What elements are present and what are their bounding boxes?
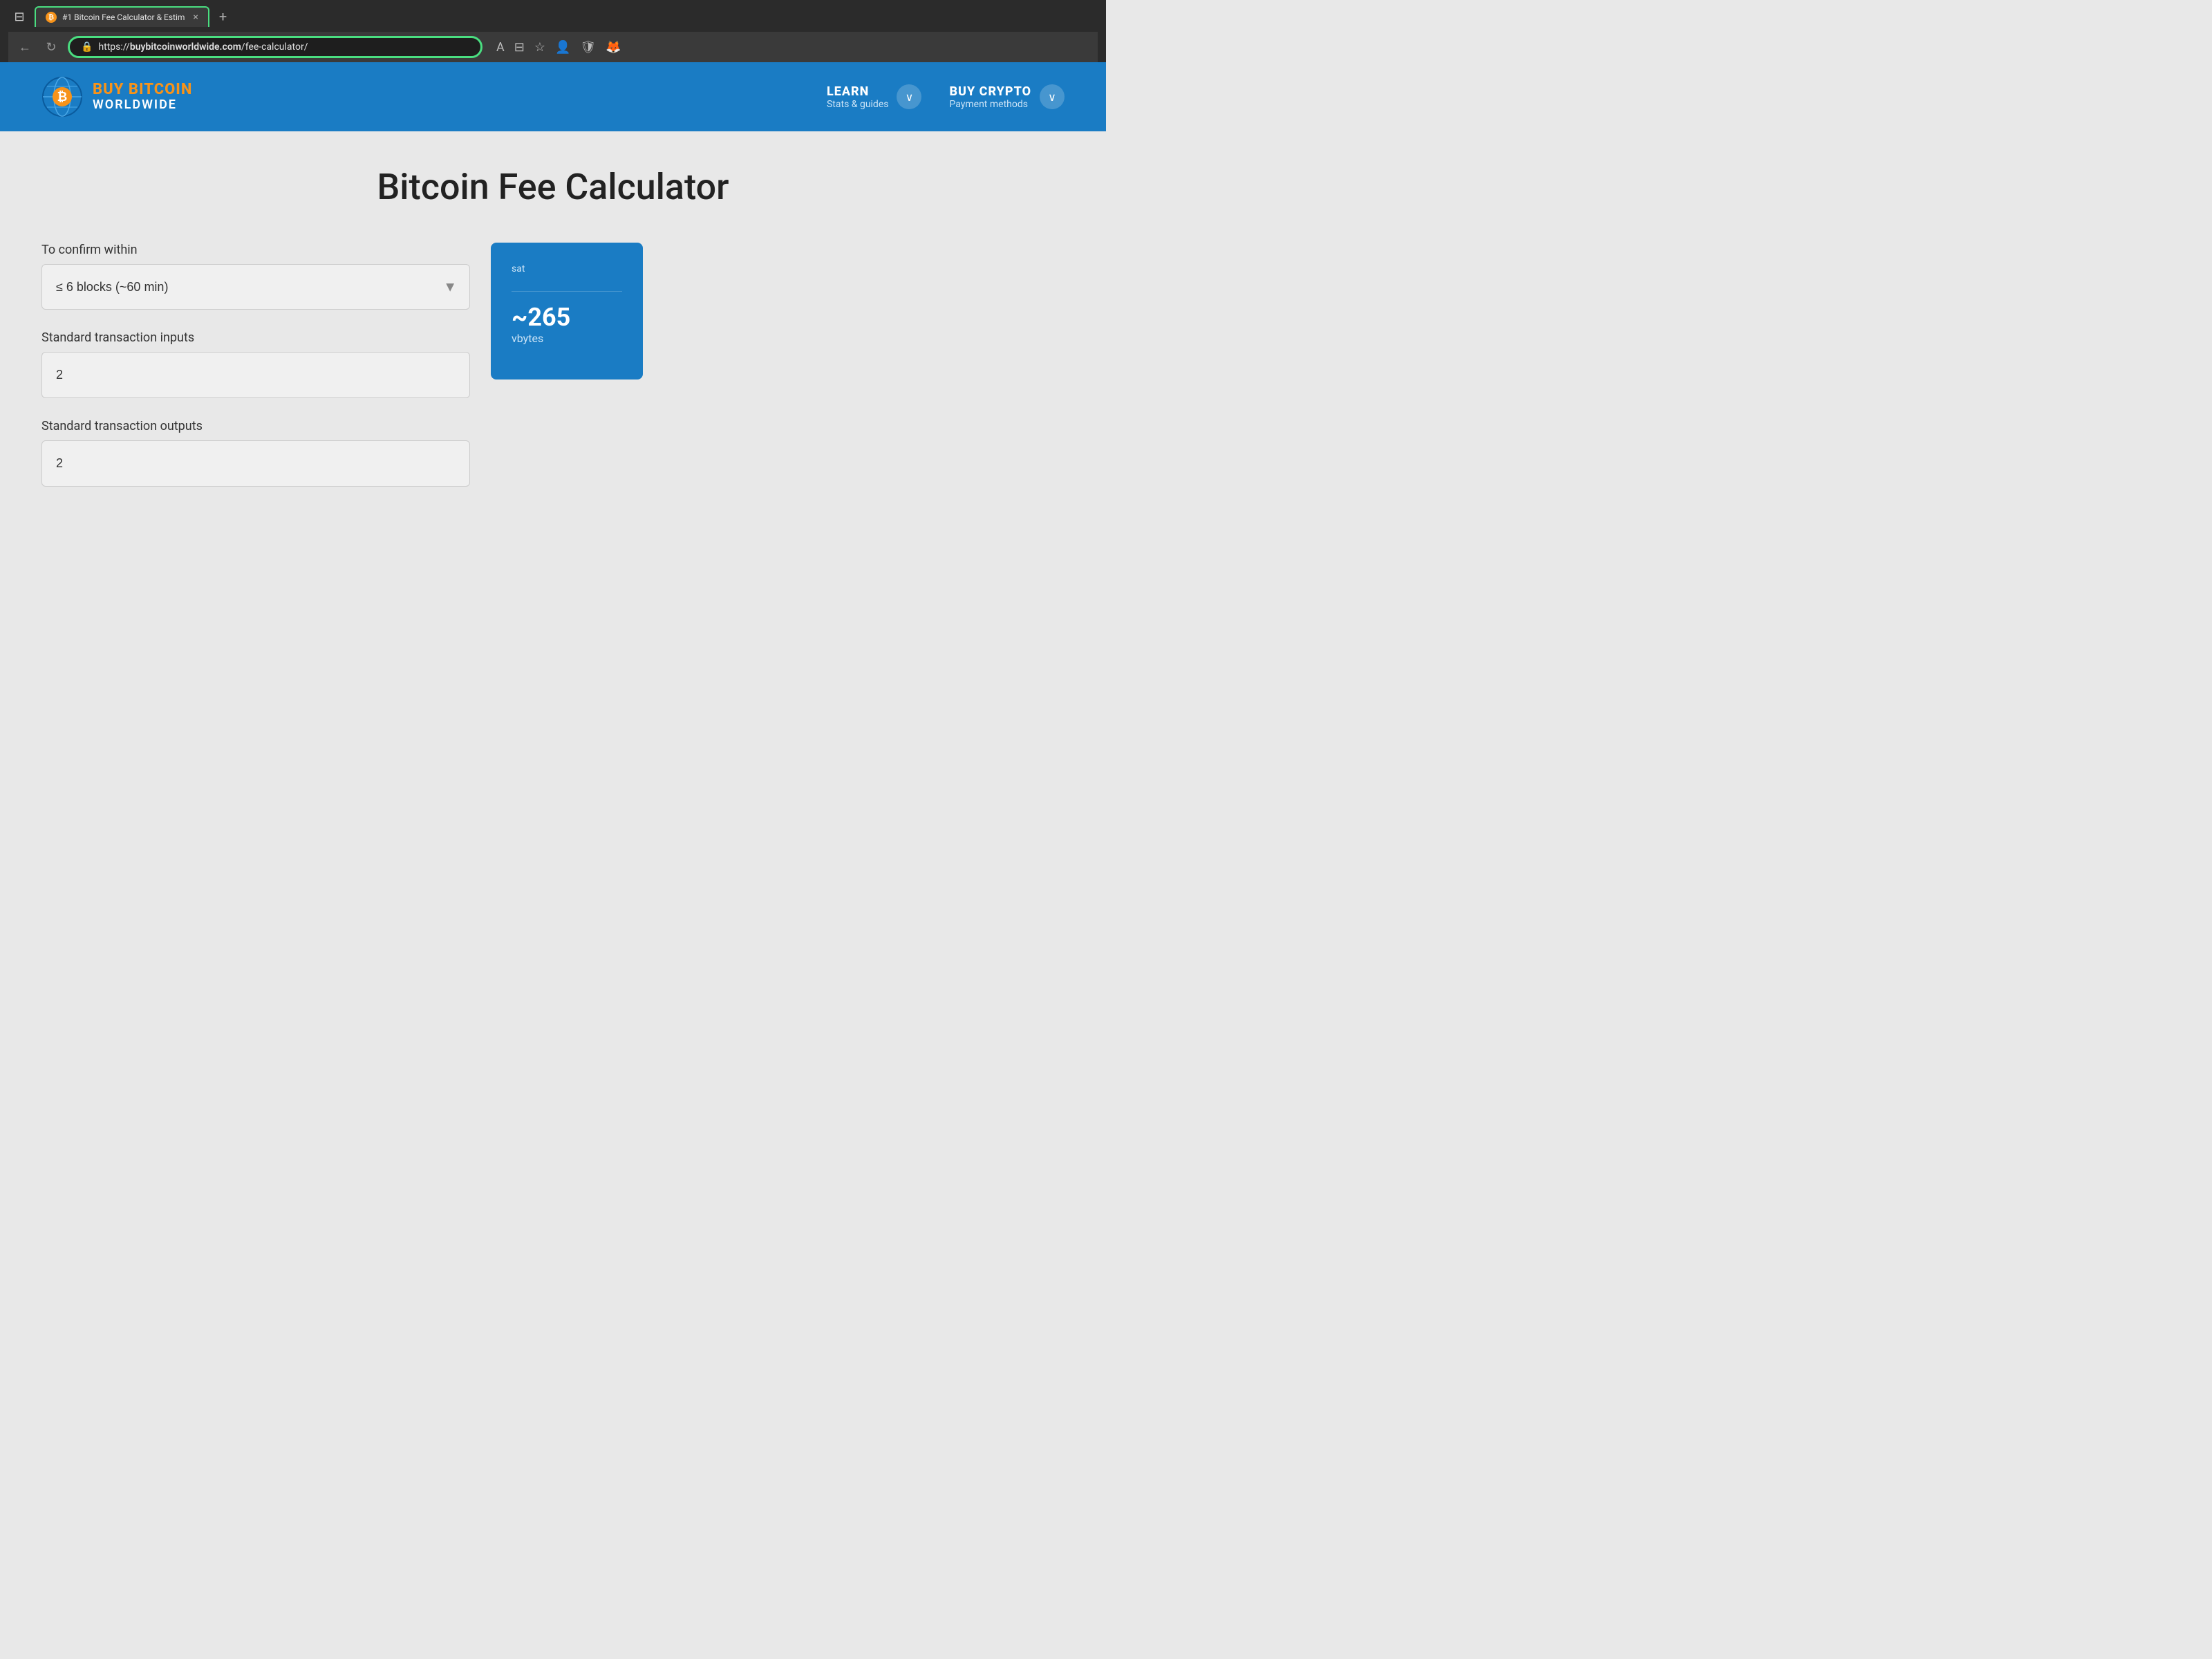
confirm-within-label: To confirm within: [41, 243, 470, 257]
shield-extension-icon[interactable]: 🛡: [580, 40, 596, 55]
toolbar-icons: A ⊟ ☆ 👤 🛡 🦊: [496, 40, 621, 55]
buy-crypto-nav-sub: Payment methods: [949, 99, 1027, 110]
outputs-field[interactable]: [41, 440, 470, 487]
browser-chrome: ⊟ ₿ #1 Bitcoin Fee Calculator & Estim × …: [0, 0, 1106, 62]
buy-crypto-chevron-icon[interactable]: ∨: [1040, 84, 1065, 109]
fox-extension-icon[interactable]: 🦊: [606, 40, 621, 55]
calculator-layout: To confirm within ≤ 1 block (~10 min) ≤ …: [41, 243, 1065, 507]
address-bar[interactable]: 🔒 https://buybitcoinworldwide.com/fee-ca…: [68, 36, 482, 58]
confirm-within-select-wrapper[interactable]: ≤ 1 block (~10 min) ≤ 3 blocks (~30 min)…: [41, 264, 470, 310]
vbytes-value: ~265: [512, 303, 622, 332]
vbytes-result-row: ~265 vbytes: [512, 303, 622, 345]
svg-text:₿: ₿: [57, 90, 68, 104]
inputs-group: Standard transaction inputs: [41, 330, 470, 398]
logo-line1: BUY BITCOIN: [93, 82, 192, 98]
inputs-field[interactable]: [41, 352, 470, 398]
confirm-within-group: To confirm within ≤ 1 block (~10 min) ≤ …: [41, 243, 470, 310]
bookmark-icon[interactable]: ☆: [534, 40, 545, 55]
result-divider: [512, 291, 622, 292]
logo-text: BUY BITCOIN WORLDWIDE: [93, 82, 192, 112]
profile-icon[interactable]: 👤: [555, 40, 570, 55]
calculator-form: To confirm within ≤ 1 block (~10 min) ≤ …: [41, 243, 470, 507]
learn-nav-sub: Stats & guides: [827, 99, 889, 110]
address-bar-row: ← ↻ 🔒 https://buybitcoinworldwide.com/fe…: [8, 32, 1098, 62]
logo-globe-icon: ₿: [41, 76, 83, 118]
tab-title: #1 Bitcoin Fee Calculator & Estim: [62, 12, 185, 22]
reader-view-icon[interactable]: ⊟: [514, 40, 525, 55]
logo-line2: WORLDWIDE: [93, 98, 192, 112]
nav-items: LEARN Stats & guides ∨ BUY CRYPTO Paymen…: [827, 84, 1065, 110]
tab-favicon: ₿: [46, 12, 57, 23]
learn-nav-main: LEARN: [827, 84, 869, 99]
address-text: https://buybitcoinworldwide.com/fee-calc…: [98, 41, 469, 53]
learn-nav-item[interactable]: LEARN Stats & guides ∨: [827, 84, 922, 110]
logo-area[interactable]: ₿ BUY BITCOIN WORLDWIDE: [41, 76, 192, 118]
sat-result-row: sat: [512, 263, 622, 277]
page-title: Bitcoin Fee Calculator: [41, 166, 1065, 208]
confirm-within-select[interactable]: ≤ 1 block (~10 min) ≤ 3 blocks (~30 min)…: [42, 265, 469, 309]
read-aloud-icon[interactable]: A: [496, 40, 505, 55]
tab-bar: ⊟ ₿ #1 Bitcoin Fee Calculator & Estim × …: [8, 6, 1098, 28]
learn-chevron-icon[interactable]: ∨: [897, 84, 921, 109]
tab-close-icon[interactable]: ×: [193, 12, 198, 23]
buy-crypto-nav-text: BUY CRYPTO Payment methods: [949, 84, 1031, 110]
buy-crypto-nav-main: BUY CRYPTO: [949, 84, 1031, 99]
back-button[interactable]: ←: [15, 40, 35, 55]
active-tab[interactable]: ₿ #1 Bitcoin Fee Calculator & Estim ×: [35, 6, 209, 27]
new-tab-button[interactable]: +: [214, 6, 232, 28]
learn-nav-text: LEARN Stats & guides: [827, 84, 889, 110]
window-menu-icon[interactable]: ⊟: [8, 6, 30, 28]
results-panel: sat ~265 vbytes: [491, 243, 643, 379]
lock-icon: 🔒: [81, 41, 93, 53]
outputs-label: Standard transaction outputs: [41, 419, 470, 433]
outputs-group: Standard transaction outputs: [41, 419, 470, 487]
buy-crypto-nav-item[interactable]: BUY CRYPTO Payment methods ∨: [949, 84, 1065, 110]
inputs-label: Standard transaction inputs: [41, 330, 470, 345]
main-content: Bitcoin Fee Calculator To confirm within…: [0, 131, 1106, 684]
sat-label: sat: [512, 263, 622, 274]
site-header: ₿ BUY BITCOIN WORLDWIDE LEARN Stats & gu…: [0, 62, 1106, 131]
reload-button[interactable]: ↻: [41, 40, 61, 55]
vbytes-unit: vbytes: [512, 332, 622, 345]
